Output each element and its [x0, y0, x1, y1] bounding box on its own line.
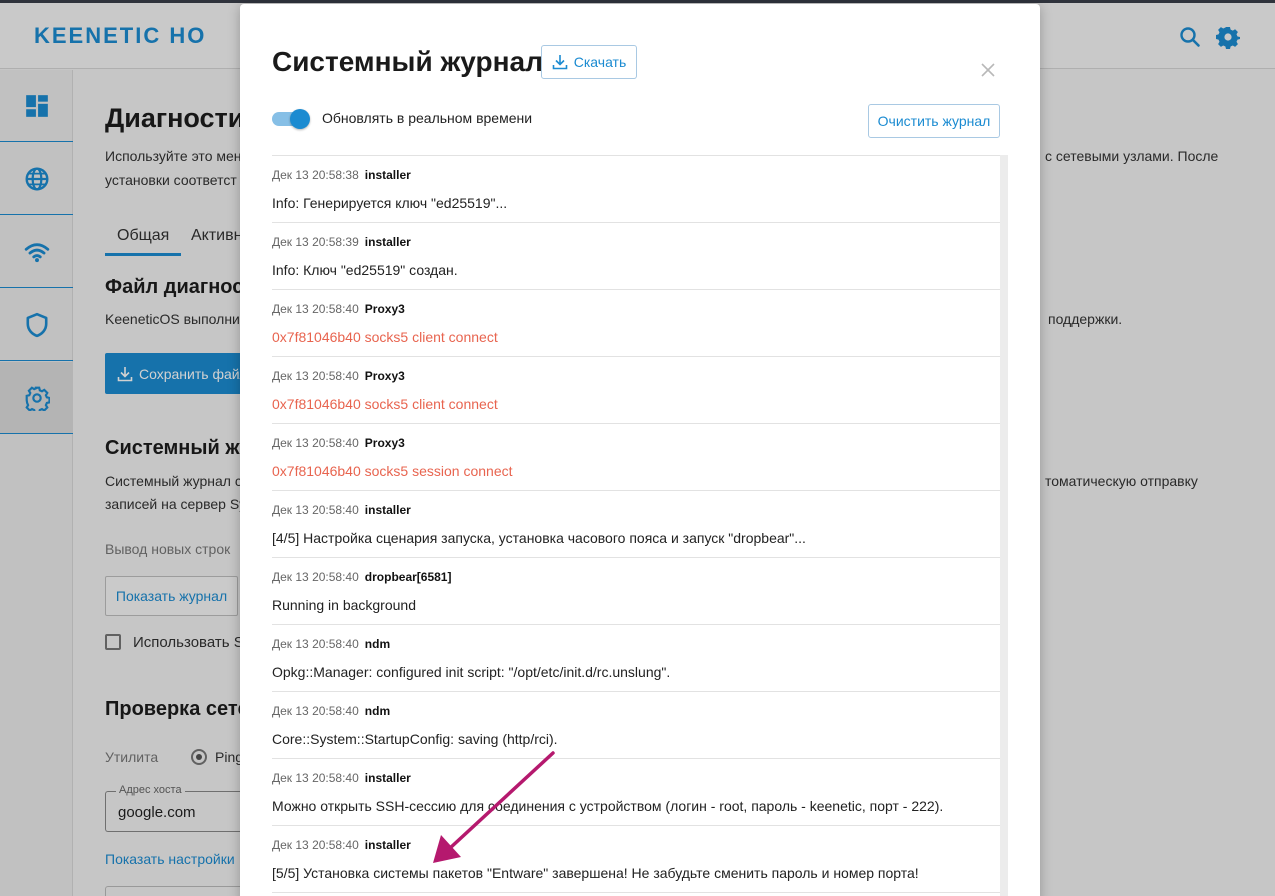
log-time: Дек 13 20:58:40 — [272, 369, 359, 383]
log-message: Opkg::Manager: configured init script: "… — [272, 664, 671, 680]
close-icon[interactable] — [980, 62, 996, 78]
log-source: Proxy3 — [364, 369, 405, 383]
annotation-arrow-icon — [433, 751, 555, 863]
log-time: Дек 13 20:58:40 — [272, 838, 359, 852]
log-entry: Дек 13 20:58:40 Proxy3 0x7f81046b40 socks… — [272, 424, 1000, 491]
log-source: installer — [364, 503, 411, 517]
log-list[interactable]: Дек 13 20:58:38 installer Info: Генерируе… — [272, 155, 1000, 896]
log-entry: Дек 13 20:58:39 installer Info: Ключ "ed2… — [272, 223, 1000, 290]
realtime-label: Обновлять в реальном времени — [322, 110, 533, 126]
realtime-toggle[interactable] — [272, 109, 310, 129]
log-source: installer — [364, 235, 411, 249]
log-message: Running in background — [272, 597, 416, 613]
log-message: [4/5] Настройка сценария запуска, устано… — [272, 530, 806, 546]
system-log-modal: Системный журнал Скачать Обновлять в реа… — [240, 4, 1040, 896]
log-time: Дек 13 20:58:40 — [272, 704, 359, 718]
log-source: dropbear[6581] — [364, 570, 452, 584]
log-entry: Дек 13 20:58:40 dropbear[6581] Running in… — [272, 558, 1000, 625]
log-time: Дек 13 20:58:40 — [272, 302, 359, 316]
log-entry: Дек 13 20:58:40 ndm Opkg::Manager: config… — [272, 625, 1000, 692]
log-time: Дек 13 20:58:40 — [272, 503, 359, 517]
log-message: Info: Ключ "ed25519" создан. — [272, 262, 458, 278]
log-scrollbar[interactable] — [1000, 155, 1008, 896]
log-entry: Дек 13 20:58:40 ndm Core::System::Startup… — [272, 692, 1000, 759]
log-source: ndm — [364, 637, 391, 651]
log-source: installer — [364, 771, 411, 785]
download-button[interactable]: Скачать — [541, 45, 637, 79]
log-entry: Дек 13 20:58:40 Proxy3 0x7f81046b40 socks… — [272, 357, 1000, 424]
log-time: Дек 13 20:58:40 — [272, 771, 359, 785]
log-source: installer — [364, 838, 411, 852]
log-message-error: 0x7f81046b40 socks5 client connect — [272, 396, 498, 412]
log-message-error: 0x7f81046b40 socks5 client connect — [272, 329, 498, 345]
log-entry: Дек 13 20:58:40 installer Можно открыть S… — [272, 759, 1000, 826]
log-time: Дек 13 20:58:40 — [272, 637, 359, 651]
toggle-knob — [290, 109, 310, 129]
log-message-error: 0x7f81046b40 socks5 session connect — [272, 463, 513, 479]
download-label: Скачать — [573, 54, 627, 70]
modal-title: Системный журнал — [272, 46, 543, 77]
log-entry: Дек 13 20:58:40 installer [4/5] Настройка… — [272, 491, 1000, 558]
log-time: Дек 13 20:58:39 — [272, 235, 359, 249]
log-message: [5/5] Установка системы пакетов "Entware… — [272, 865, 919, 881]
log-time: Дек 13 20:58:38 — [272, 168, 359, 182]
log-entry: Дек 13 20:58:40 Proxy3 0x7f81046b40 socks… — [272, 290, 1000, 357]
log-time: Дек 13 20:58:40 — [272, 436, 359, 450]
log-source: installer — [364, 168, 411, 182]
log-source: Proxy3 — [364, 302, 405, 316]
log-entry: Дек 13 20:58:40 installer [5/5] Установка… — [272, 826, 1000, 893]
log-message: Info: Генерируется ключ "ed25519"... — [272, 195, 508, 211]
log-source: Proxy3 — [364, 436, 405, 450]
log-message: Можно открыть SSH-сессию для соединения … — [272, 798, 944, 814]
log-source: ndm — [364, 704, 391, 718]
clear-log-button[interactable]: Очистить журнал — [868, 104, 1000, 138]
log-entry: Дек 13 20:58:38 installer Info: Генерируе… — [272, 156, 1000, 223]
log-time: Дек 13 20:58:40 — [272, 570, 359, 584]
download-icon — [552, 55, 568, 70]
